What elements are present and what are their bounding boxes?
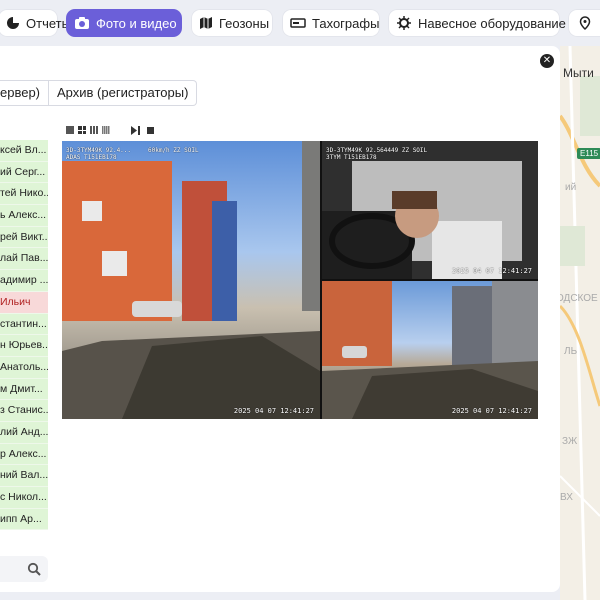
- nav-tachographs-label: Тахографы: [312, 15, 380, 31]
- map-icon: [199, 14, 213, 32]
- cam1-osd-line1: 3D-ЗТYМ49К 92.4...: [66, 147, 132, 154]
- nav-reports-label: Отчеты: [26, 15, 71, 31]
- rear-scene: [322, 281, 538, 419]
- tachograph-icon: [290, 14, 306, 32]
- map[interactable]: Мыти E115 ий ОДСКОЕ ЛЬ ЗЖ ВХ: [560, 46, 600, 600]
- driver-list-item[interactable]: лай Пав...: [0, 248, 48, 271]
- cam1-timestamp: 2025 04 07 12:41:27: [233, 407, 314, 415]
- nav-tachographs[interactable]: Тахографы: [282, 9, 380, 37]
- driver-list-item[interactable]: ий Серг...: [0, 161, 48, 184]
- layout-4-icon[interactable]: [78, 126, 86, 134]
- driver-list-item[interactable]: адимир ...: [0, 270, 48, 292]
- driver-list-item[interactable]: н Юрьев...: [0, 335, 48, 357]
- nav-geozones-label: Геозоны: [219, 15, 270, 31]
- tab-archive-recorders[interactable]: Архив (регистраторы): [49, 80, 198, 106]
- map-label-district: ий: [565, 182, 577, 193]
- layout-1-icon[interactable]: [66, 126, 74, 134]
- driver-list-item[interactable]: Ильич: [0, 291, 48, 314]
- driver-list-item[interactable]: тей Нико...: [0, 183, 48, 206]
- map-road-badge: E115: [577, 148, 600, 159]
- map-label-2: ЛЬ: [564, 346, 578, 357]
- top-navigation: Отчеты Фото и видео Геозоны Тахографы На…: [0, 0, 600, 46]
- driver-list-item[interactable]: ипп Ар...: [0, 508, 48, 531]
- cam1-osd-speed: 60km/h ZZ SOIL: [148, 147, 199, 154]
- layout-16-icon[interactable]: [102, 126, 110, 134]
- gear-icon: [396, 14, 412, 32]
- cam3-timestamp: 2025 04 07 12:41:27: [451, 407, 532, 415]
- map-label-area: ОДСКОЕ: [560, 293, 598, 304]
- layout-switcher: [66, 126, 110, 134]
- nav-geozones[interactable]: Геозоны: [191, 9, 273, 37]
- driver-list-item[interactable]: рей Викт...: [0, 226, 48, 249]
- cam1-osd-line2: ADAS Т151ЕВ178: [66, 154, 117, 161]
- cam2-timestamp: 2025 04 07 12:41:27: [451, 267, 532, 275]
- tab-server[interactable]: ервер): [0, 80, 50, 106]
- driver-list-item[interactable]: з Станис...: [0, 400, 48, 422]
- map-label-3: ЗЖ: [562, 436, 578, 447]
- nav-photo-video-label: Фото и видео: [96, 15, 177, 31]
- nav-more[interactable]: Т: [568, 9, 600, 37]
- driver-list-item[interactable]: ь Алекс...: [0, 205, 48, 227]
- driver-list-item[interactable]: Анатоль...: [0, 356, 48, 379]
- nav-reports[interactable]: Отчеты: [0, 9, 71, 37]
- driver-list-item[interactable]: ксей Вл...: [0, 140, 48, 162]
- search-box[interactable]: [0, 556, 48, 582]
- nav-attached-equipment-label: Навесное оборудование: [418, 15, 566, 31]
- camera-view-rear[interactable]: 2025 04 07 12:41:27: [322, 281, 538, 419]
- pie-chart-icon: [6, 14, 20, 32]
- driver-list: ксей Вл... ий Серг... тей Нико... ь Алекс..…: [0, 140, 48, 540]
- driver-list-item[interactable]: лий Анд...: [0, 421, 48, 444]
- nav-attached-equipment[interactable]: Навесное оборудование: [388, 9, 566, 37]
- driver-list-item[interactable]: с Никол...: [0, 487, 48, 509]
- close-button[interactable]: ✕: [540, 54, 554, 68]
- nav-photo-video[interactable]: Фото и видео: [66, 9, 182, 37]
- cam2-osd-line1: 3D-ЗТYМ49К 92.564449 ZZ SOIL: [326, 147, 428, 154]
- driver-list-item[interactable]: р Алекс...: [0, 443, 48, 466]
- camera-view-cabin[interactable]: 3D-ЗТYМ49К 92.564449 ZZ SOIL ЗТYМ Т151ЕВ…: [322, 141, 538, 279]
- camera-icon: [74, 14, 90, 32]
- video-grid: 3D-ЗТYМ49К 92.4... ADAS Т151ЕВ178 60km/h…: [62, 141, 538, 419]
- location-pin-icon: [576, 14, 594, 32]
- source-tabs: ервер) Архив (регистраторы): [0, 80, 198, 106]
- map-label-4: ВХ: [560, 492, 573, 503]
- driver-list-item[interactable]: м Дмит...: [0, 378, 48, 401]
- play-pause-icon[interactable]: [131, 126, 141, 135]
- front-scene: [62, 141, 320, 419]
- map-roads: [560, 46, 600, 600]
- stop-icon[interactable]: [146, 126, 156, 135]
- driver-list-item[interactable]: стантин...: [0, 313, 48, 336]
- cabin-scene: [322, 141, 538, 279]
- map-label-city: Мыти: [563, 66, 594, 80]
- search-icon[interactable]: [27, 562, 41, 576]
- camera-view-front[interactable]: 3D-ЗТYМ49К 92.4... ADAS Т151ЕВ178 60km/h…: [62, 141, 320, 419]
- layout-9-icon[interactable]: [90, 126, 98, 134]
- driver-list-item[interactable]: ний Вал...: [0, 465, 48, 487]
- cam2-osd-line2: ЗТYМ Т151ЕВ178: [326, 154, 377, 161]
